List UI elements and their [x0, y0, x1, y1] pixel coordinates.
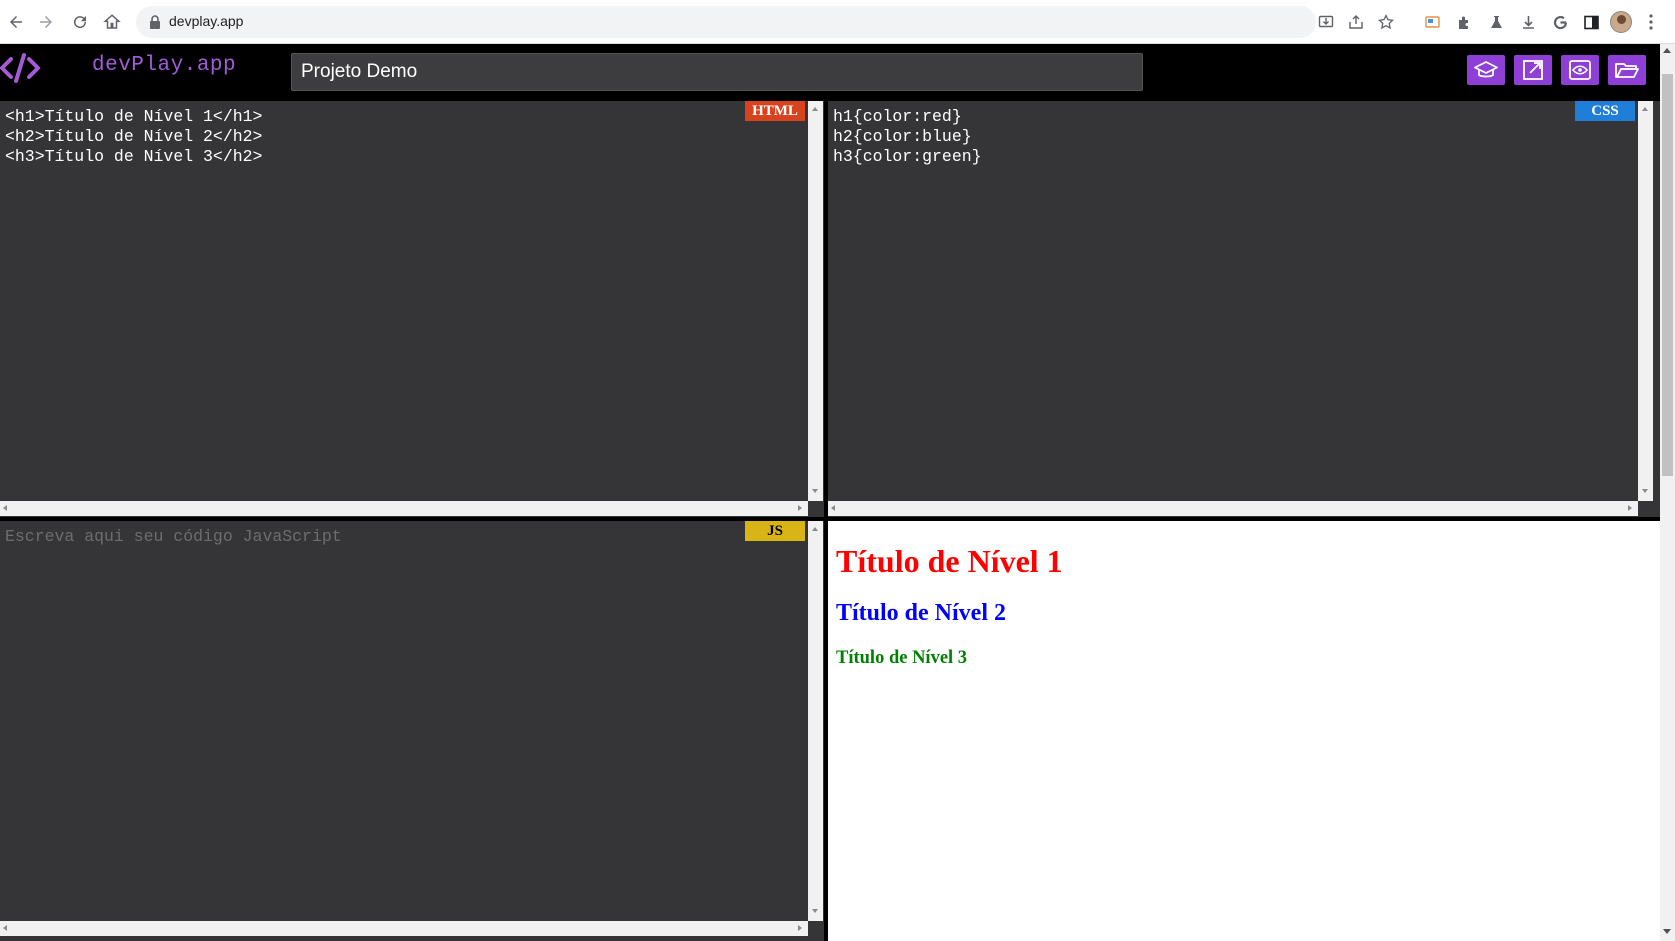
js-placeholder[interactable]: Escreva aqui seu código JavaScript [5, 527, 342, 547]
html-vertical-scrollbar[interactable] [808, 101, 823, 501]
lab-flask-icon[interactable] [1485, 11, 1507, 33]
scroll-down-arrow-icon[interactable] [1642, 489, 1648, 493]
scroll-down-arrow-icon[interactable] [812, 909, 818, 913]
home-icon[interactable] [100, 10, 124, 34]
url-text[interactable]: devplay.app [169, 13, 243, 29]
back-icon[interactable] [4, 10, 28, 34]
css-badge: CSS [1575, 101, 1635, 121]
code-line: <h3>Título de Nível 3</h2> [5, 147, 263, 166]
reload-icon[interactable] [68, 10, 92, 34]
side-panel-icon[interactable] [1580, 11, 1602, 33]
folder-open-icon [1615, 63, 1639, 78]
scroll-right-arrow-icon[interactable] [1628, 505, 1632, 511]
preview-heading-2: Título de Nível 2 [836, 600, 1007, 626]
html-code[interactable]: <h1>Título de Nível 1</h1> <h2>Título de … [5, 107, 262, 167]
code-line: h1{color:red} [833, 107, 962, 126]
address-bar[interactable]: devplay.app [136, 6, 1394, 38]
scroll-up-arrow-icon[interactable] [1642, 107, 1648, 111]
scroll-up-arrow-icon[interactable] [812, 527, 818, 531]
preview-button[interactable] [1561, 55, 1599, 85]
open-external-button[interactable] [1514, 55, 1552, 85]
browser-toolbar: devplay.app [0, 0, 1675, 44]
preview-heading-1: Título de Nível 1 [836, 543, 1063, 579]
google-icon[interactable] [1549, 11, 1571, 33]
scroll-right-arrow-icon[interactable] [798, 505, 802, 511]
more-menu-icon[interactable] [1648, 12, 1654, 32]
page-scroll-thumb[interactable] [1662, 74, 1673, 476]
bookmark-star-icon[interactable] [1376, 12, 1396, 32]
open-folder-button[interactable] [1608, 55, 1646, 85]
eye-icon [1569, 60, 1591, 80]
js-horizontal-scrollbar[interactable] [0, 921, 808, 936]
code-line: h2{color:blue} [833, 127, 972, 146]
html-editor[interactable]: <h1>Título de Nível 1</h1> <h2>Título de … [0, 101, 824, 517]
scroll-down-arrow-icon[interactable] [812, 489, 818, 493]
scroll-up-arrow-icon[interactable] [1663, 48, 1671, 53]
code-line: <h1>Título de Nível 1</h1> [5, 107, 263, 126]
extensions-puzzle-icon[interactable] [1453, 11, 1475, 33]
lock-icon[interactable] [148, 14, 162, 30]
scroll-down-arrow-icon[interactable] [1663, 929, 1671, 934]
logo-text[interactable]: devPlay.app [92, 54, 236, 77]
css-editor[interactable]: h1{color:red} h2{color:blue} h3{color:gree… [828, 101, 1660, 517]
html-horizontal-scrollbar[interactable] [0, 501, 808, 516]
code-line: <h2>Título de Nível 2</h2> [5, 127, 263, 146]
scroll-left-arrow-icon[interactable] [3, 505, 7, 511]
download-icon[interactable] [1517, 11, 1539, 33]
graduation-cap-icon [1474, 61, 1498, 78]
learn-button[interactable] [1467, 55, 1505, 85]
app-header: devPlay.app [0, 44, 1660, 100]
cast-icon[interactable] [1421, 11, 1443, 33]
css-vertical-scrollbar[interactable] [1638, 101, 1653, 501]
scroll-left-arrow-icon[interactable] [3, 925, 7, 931]
preview-heading-3: Título de Nível 3 [836, 648, 968, 668]
scroll-right-arrow-icon[interactable] [798, 925, 802, 931]
project-name-input[interactable] [291, 53, 1143, 91]
js-editor[interactable]: Escreva aqui seu código JavaScript JS [0, 521, 824, 941]
profile-avatar[interactable] [1610, 11, 1632, 33]
preview-pane: Título de Nível 1 Título de Nível 2 Títu… [828, 521, 1660, 941]
forward-icon[interactable] [34, 10, 58, 34]
code-line: h3{color:green} [833, 147, 982, 166]
html-badge: HTML [745, 101, 805, 121]
code-logo-icon[interactable] [0, 50, 40, 86]
js-vertical-scrollbar[interactable] [808, 521, 823, 921]
page-scrollbar[interactable] [1660, 44, 1675, 941]
scroll-up-arrow-icon[interactable] [812, 107, 818, 111]
share-icon[interactable] [1346, 12, 1366, 32]
open-external-icon [1523, 60, 1543, 80]
css-horizontal-scrollbar[interactable] [828, 501, 1638, 516]
js-badge: JS [745, 521, 805, 541]
scroll-left-arrow-icon[interactable] [831, 505, 835, 511]
css-code[interactable]: h1{color:red} h2{color:blue} h3{color:gree… [833, 107, 982, 167]
install-app-icon[interactable] [1316, 12, 1336, 32]
